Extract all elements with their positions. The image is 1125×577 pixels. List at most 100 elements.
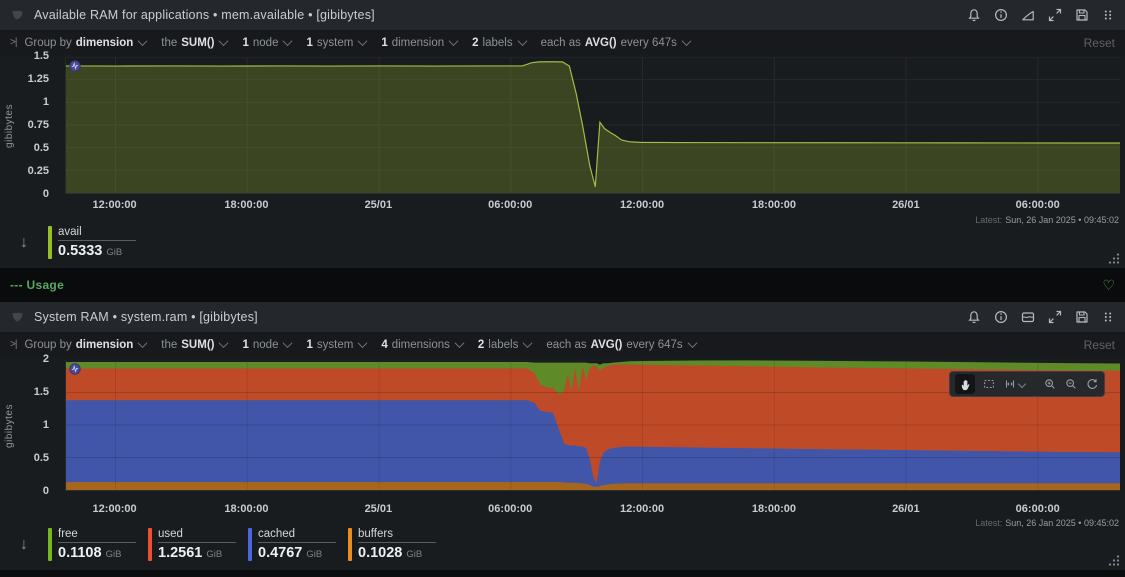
chevron-down-icon[interactable] <box>219 36 229 47</box>
x-axis-ticks: 12:00:00 18:00:00 25/01 06:00:00 12:00:0… <box>65 199 1120 212</box>
chevron-down-icon[interactable] <box>283 36 293 47</box>
resize-handle[interactable] <box>1107 555 1121 567</box>
chevron-down-icon[interactable] <box>219 338 229 349</box>
info-icon[interactable] <box>993 7 1009 23</box>
reset-zoom-button[interactable] <box>1085 377 1099 391</box>
groupby-value-dropdown[interactable]: dimension <box>76 37 134 49</box>
legend-sort-arrow-icon[interactable]: ↓ <box>20 226 28 260</box>
legend-label: used <box>158 528 236 543</box>
anomaly-badge-icon[interactable] <box>69 363 81 375</box>
fullscreen-icon[interactable] <box>1047 7 1063 23</box>
legend-color-bar <box>148 528 152 561</box>
legend: ↓ avail 0.5333 GiB <box>20 226 148 260</box>
anomaly-badge-icon[interactable] <box>69 60 81 72</box>
y-tick: 0.5 <box>33 452 49 464</box>
zoom-out-button[interactable] <box>1064 377 1078 391</box>
legend-item-used[interactable]: used 1.2561 GiB <box>148 528 236 561</box>
latest-timestamp: Latest: Sun, 26 Jan 2025 • 09:45:02 <box>975 518 1119 528</box>
legend-item-buffers[interactable]: buffers 0.1028 GiB <box>348 528 436 561</box>
y-axis-ticks: 2 1.5 1 0.5 0 <box>12 354 56 497</box>
y-tick: 1 <box>42 96 49 108</box>
y-tick: 0.5 <box>33 142 49 154</box>
chevron-down-icon[interactable] <box>687 338 698 349</box>
legend-color-bar <box>248 528 252 561</box>
zoom-in-button[interactable] <box>1043 377 1057 391</box>
groupby-ribbon: >| Group by dimension the SUM() 1 node 1… <box>0 332 1125 357</box>
ribbon-collapse-icon[interactable]: >| <box>10 37 18 48</box>
legend-item-free[interactable]: free 0.1108 GiB <box>48 528 136 561</box>
x-tick: 18:00:00 <box>751 503 796 515</box>
save-icon[interactable] <box>1074 309 1090 325</box>
groupby-label: Group by <box>24 36 72 49</box>
chevron-down-icon[interactable] <box>283 338 293 349</box>
section-divider-usage: --- Usage ♡ <box>0 268 1125 302</box>
x-tick: 12:00:00 <box>620 503 665 515</box>
dimension-dropdown[interactable]: dimensions <box>392 339 450 351</box>
groupby-value-dropdown[interactable]: dimension <box>76 339 134 351</box>
legend-item-cached[interactable]: cached 0.4767 GiB <box>248 528 336 561</box>
labels-count: 2 <box>477 338 485 351</box>
ribbon-collapse-icon[interactable]: >| <box>10 339 18 350</box>
chart-title: Available RAM for applications • mem.ava… <box>34 8 375 22</box>
chevron-down-icon[interactable] <box>137 338 148 349</box>
info-icon[interactable] <box>993 309 1009 325</box>
fullscreen-icon[interactable] <box>1047 309 1063 325</box>
reset-button[interactable]: Reset <box>1084 338 1115 352</box>
y-tick: 0.75 <box>27 119 49 131</box>
legend-label: avail <box>58 226 136 241</box>
pan-tool-button[interactable] <box>955 374 975 394</box>
legend-label: cached <box>258 528 336 543</box>
system-dropdown[interactable]: system <box>317 37 353 49</box>
drag-handle-icon[interactable] <box>1101 309 1115 325</box>
drag-handle-icon[interactable] <box>1101 7 1115 23</box>
each-as-dropdown[interactable]: AVG() <box>591 339 623 351</box>
horizontal-select-button[interactable] <box>1003 377 1027 391</box>
chevron-down-icon[interactable] <box>448 36 459 47</box>
save-icon[interactable] <box>1074 7 1090 23</box>
reset-button[interactable]: Reset <box>1084 36 1115 50</box>
chart-badge-icon <box>12 10 23 19</box>
each-as-dropdown[interactable]: AVG() <box>585 37 617 49</box>
horizontal-select-icon <box>1005 380 1015 388</box>
chart-badge-icon <box>12 312 23 321</box>
chevron-down-icon[interactable] <box>522 338 533 349</box>
labels-dropdown[interactable]: labels <box>483 37 513 49</box>
heart-favorite-icon[interactable]: ♡ <box>1102 278 1115 292</box>
legend-value: 0.1108 GiB <box>58 545 122 561</box>
each-as-label: each as <box>540 36 581 49</box>
chevron-down-icon[interactable] <box>454 338 465 349</box>
chart-card-system-ram: System RAM • system.ram • [gibibytes] >|… <box>0 302 1125 570</box>
node-count: 1 <box>242 338 249 351</box>
system-dropdown[interactable]: system <box>317 339 353 351</box>
chevron-down-icon[interactable] <box>357 36 368 47</box>
chevron-down-icon[interactable] <box>681 36 692 47</box>
chevron-down-icon[interactable] <box>357 338 368 349</box>
select-area-button[interactable] <box>982 377 996 391</box>
chevron-down-icon[interactable] <box>137 36 148 47</box>
alerts-bell-icon[interactable] <box>966 309 982 325</box>
aggregation-dropdown[interactable]: SUM() <box>181 37 214 49</box>
stacked-chart-type-icon[interactable] <box>1020 309 1036 325</box>
labels-dropdown[interactable]: labels <box>488 339 518 351</box>
legend: ↓ free 0.1108GiB used 1.2561GiB cached <box>20 528 448 562</box>
legend-color-bar <box>48 528 52 561</box>
dimension-count: 4 <box>381 338 388 351</box>
node-dropdown[interactable]: node <box>253 339 279 351</box>
x-tick: 25/01 <box>364 503 393 515</box>
x-tick: 18:00:00 <box>751 199 796 211</box>
chart-hover-toolbar <box>949 371 1105 397</box>
y-tick: 2 <box>42 353 49 365</box>
aggregation-dropdown[interactable]: SUM() <box>181 339 214 351</box>
resize-handle[interactable] <box>1107 253 1121 265</box>
alerts-bell-icon[interactable] <box>966 7 982 23</box>
dimension-dropdown[interactable]: dimension <box>392 37 444 49</box>
x-tick: 12:00:00 <box>92 503 137 515</box>
legend-sort-arrow-icon[interactable]: ↓ <box>20 528 28 562</box>
x-tick: 06:00:00 <box>488 503 533 515</box>
chart-type-icon[interactable] <box>1020 7 1036 23</box>
labels-count: 2 <box>472 36 479 49</box>
node-dropdown[interactable]: node <box>253 37 279 49</box>
plot-area-mem-available[interactable] <box>65 57 1120 194</box>
legend-item-avail[interactable]: avail 0.5333 GiB <box>48 226 136 259</box>
chevron-down-icon[interactable] <box>517 36 528 47</box>
